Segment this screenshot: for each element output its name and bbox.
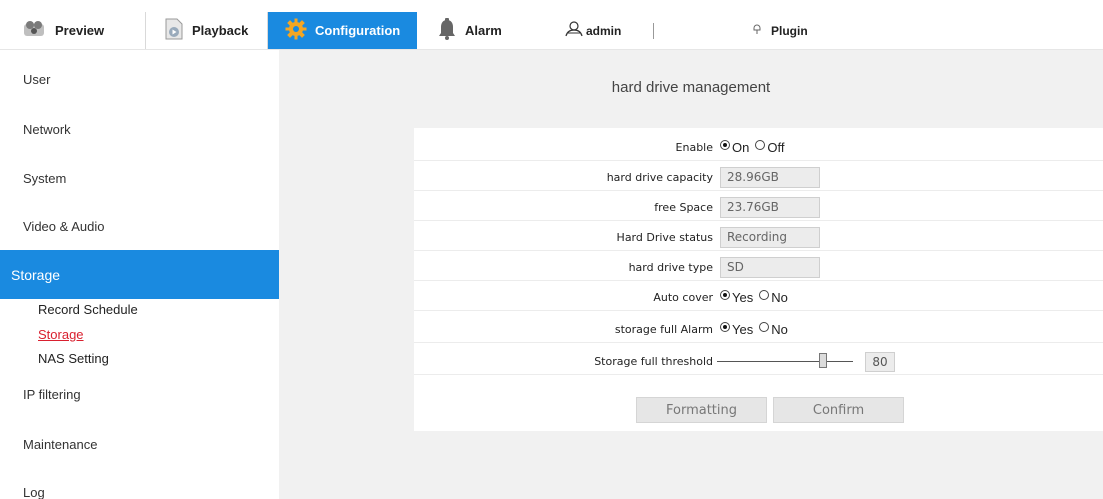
- auto-cover-row: Auto cover Yes No: [414, 284, 1103, 311]
- sidebar-item-maintenance[interactable]: Maintenance: [0, 420, 279, 469]
- enable-off-label: Off: [767, 140, 785, 155]
- free-space-field: 23.76GB: [720, 197, 820, 218]
- sidebar-subitem-record-schedule[interactable]: Record Schedule: [38, 302, 138, 317]
- sidebar-item-label: Storage: [11, 266, 61, 283]
- user-info: admin: [565, 12, 655, 49]
- sidebar-item-system[interactable]: System: [0, 154, 279, 203]
- username: admin: [586, 23, 622, 38]
- full-alarm-row: storage full Alarm Yes No: [414, 316, 1103, 343]
- full-alarm-label: storage full Alarm: [614, 323, 713, 336]
- capacity-row: hard drive capacity 28.96GB: [414, 164, 1103, 191]
- auto-cover-yes-radio[interactable]: [720, 289, 730, 300]
- enable-on-radio[interactable]: [720, 139, 730, 150]
- nav-tab-preview[interactable]: Preview: [0, 12, 146, 49]
- sidebar-item-label: Video & Audio: [23, 219, 105, 234]
- capacity-label: hard drive capacity: [606, 171, 713, 184]
- status-label: Hard Drive status: [616, 231, 713, 244]
- full-alarm-no-radio[interactable]: [759, 321, 770, 332]
- enable-row: Enable On Off: [414, 134, 1103, 161]
- enable-off-radio[interactable]: [755, 139, 766, 150]
- bell-icon: [437, 18, 457, 43]
- confirm-button[interactable]: Confirm: [773, 397, 904, 423]
- sidebar-item-label: System: [23, 171, 67, 186]
- sidebar-item-label: Log: [23, 485, 45, 499]
- sidebar: User Network System Video & Audio Storag…: [0, 50, 279, 499]
- page-title: hard drive management: [611, 79, 771, 96]
- nav-tab-playback-label: Playback: [192, 23, 249, 38]
- free-space-label: free Space: [654, 201, 713, 214]
- divider: [653, 22, 655, 39]
- sidebar-item-label: Network: [23, 122, 71, 137]
- main-content: hard drive management Enable On Off hard…: [279, 50, 1103, 499]
- auto-cover-label: Auto cover: [653, 291, 713, 304]
- free-space-row: free Space 23.76GB: [414, 194, 1103, 221]
- status-row: Hard Drive status Recording: [414, 224, 1103, 251]
- sidebar-item-ip-filtering[interactable]: IP filtering: [0, 370, 279, 419]
- top-nav-bar: Preview Playback Configuration Alarm adm…: [0, 12, 1103, 50]
- sidebar-subitem-storage[interactable]: Storage: [38, 327, 84, 342]
- sidebar-item-network[interactable]: Network: [0, 105, 279, 154]
- user-icon: [565, 21, 583, 40]
- sidebar-item-label: Maintenance: [23, 437, 98, 452]
- sidebar-item-log[interactable]: Log: [0, 468, 279, 499]
- sidebar-item-storage[interactable]: Storage: [0, 250, 279, 299]
- storage-settings-panel: Enable On Off hard drive capacity 28.96G…: [414, 128, 1103, 431]
- formatting-button[interactable]: Formatting: [636, 397, 767, 423]
- auto-cover-no-label: No: [771, 290, 788, 305]
- threshold-row: Storage full threshold 80: [414, 348, 1103, 375]
- auto-cover-no-radio[interactable]: [759, 289, 770, 300]
- full-alarm-no-label: No: [771, 322, 788, 337]
- threshold-slider[interactable]: [717, 353, 853, 368]
- nav-tab-alarm-label: Alarm: [465, 23, 502, 38]
- threshold-value[interactable]: 80: [865, 351, 895, 372]
- nav-tab-playback[interactable]: Playback: [147, 12, 268, 49]
- plugin-label: Plugin: [771, 23, 808, 38]
- threshold-label: Storage full threshold: [594, 355, 713, 368]
- nav-tab-preview-label: Preview: [55, 23, 105, 38]
- enable-label: Enable: [675, 141, 713, 154]
- nav-tab-configuration[interactable]: Configuration: [268, 12, 417, 49]
- full-alarm-yes-radio[interactable]: [720, 321, 730, 332]
- threshold-slider-handle[interactable]: [819, 353, 828, 368]
- playback-icon: [164, 18, 184, 43]
- capacity-field: 28.96GB: [720, 167, 820, 188]
- sidebar-subitem-nas-setting[interactable]: NAS Setting: [38, 351, 109, 366]
- auto-cover-yes-label: Yes: [732, 290, 754, 305]
- type-field: SD: [720, 257, 820, 278]
- gear-icon: [285, 18, 307, 43]
- plugin-link[interactable]: Plugin: [751, 12, 808, 49]
- type-label: hard drive type: [628, 261, 713, 274]
- enable-on-label: On: [732, 140, 750, 155]
- status-field: Recording: [720, 227, 820, 248]
- sidebar-item-label: User: [23, 72, 51, 87]
- sidebar-item-video-audio[interactable]: Video & Audio: [0, 202, 279, 251]
- camera-icon: [21, 19, 47, 42]
- type-row: hard drive type SD: [414, 254, 1103, 281]
- sidebar-item-label: IP filtering: [23, 387, 81, 402]
- plugin-icon: [751, 23, 763, 38]
- nav-tab-alarm[interactable]: Alarm: [417, 12, 547, 49]
- sidebar-item-user[interactable]: User: [0, 55, 279, 104]
- full-alarm-yes-label: Yes: [732, 322, 754, 337]
- nav-tab-configuration-label: Configuration: [315, 23, 401, 38]
